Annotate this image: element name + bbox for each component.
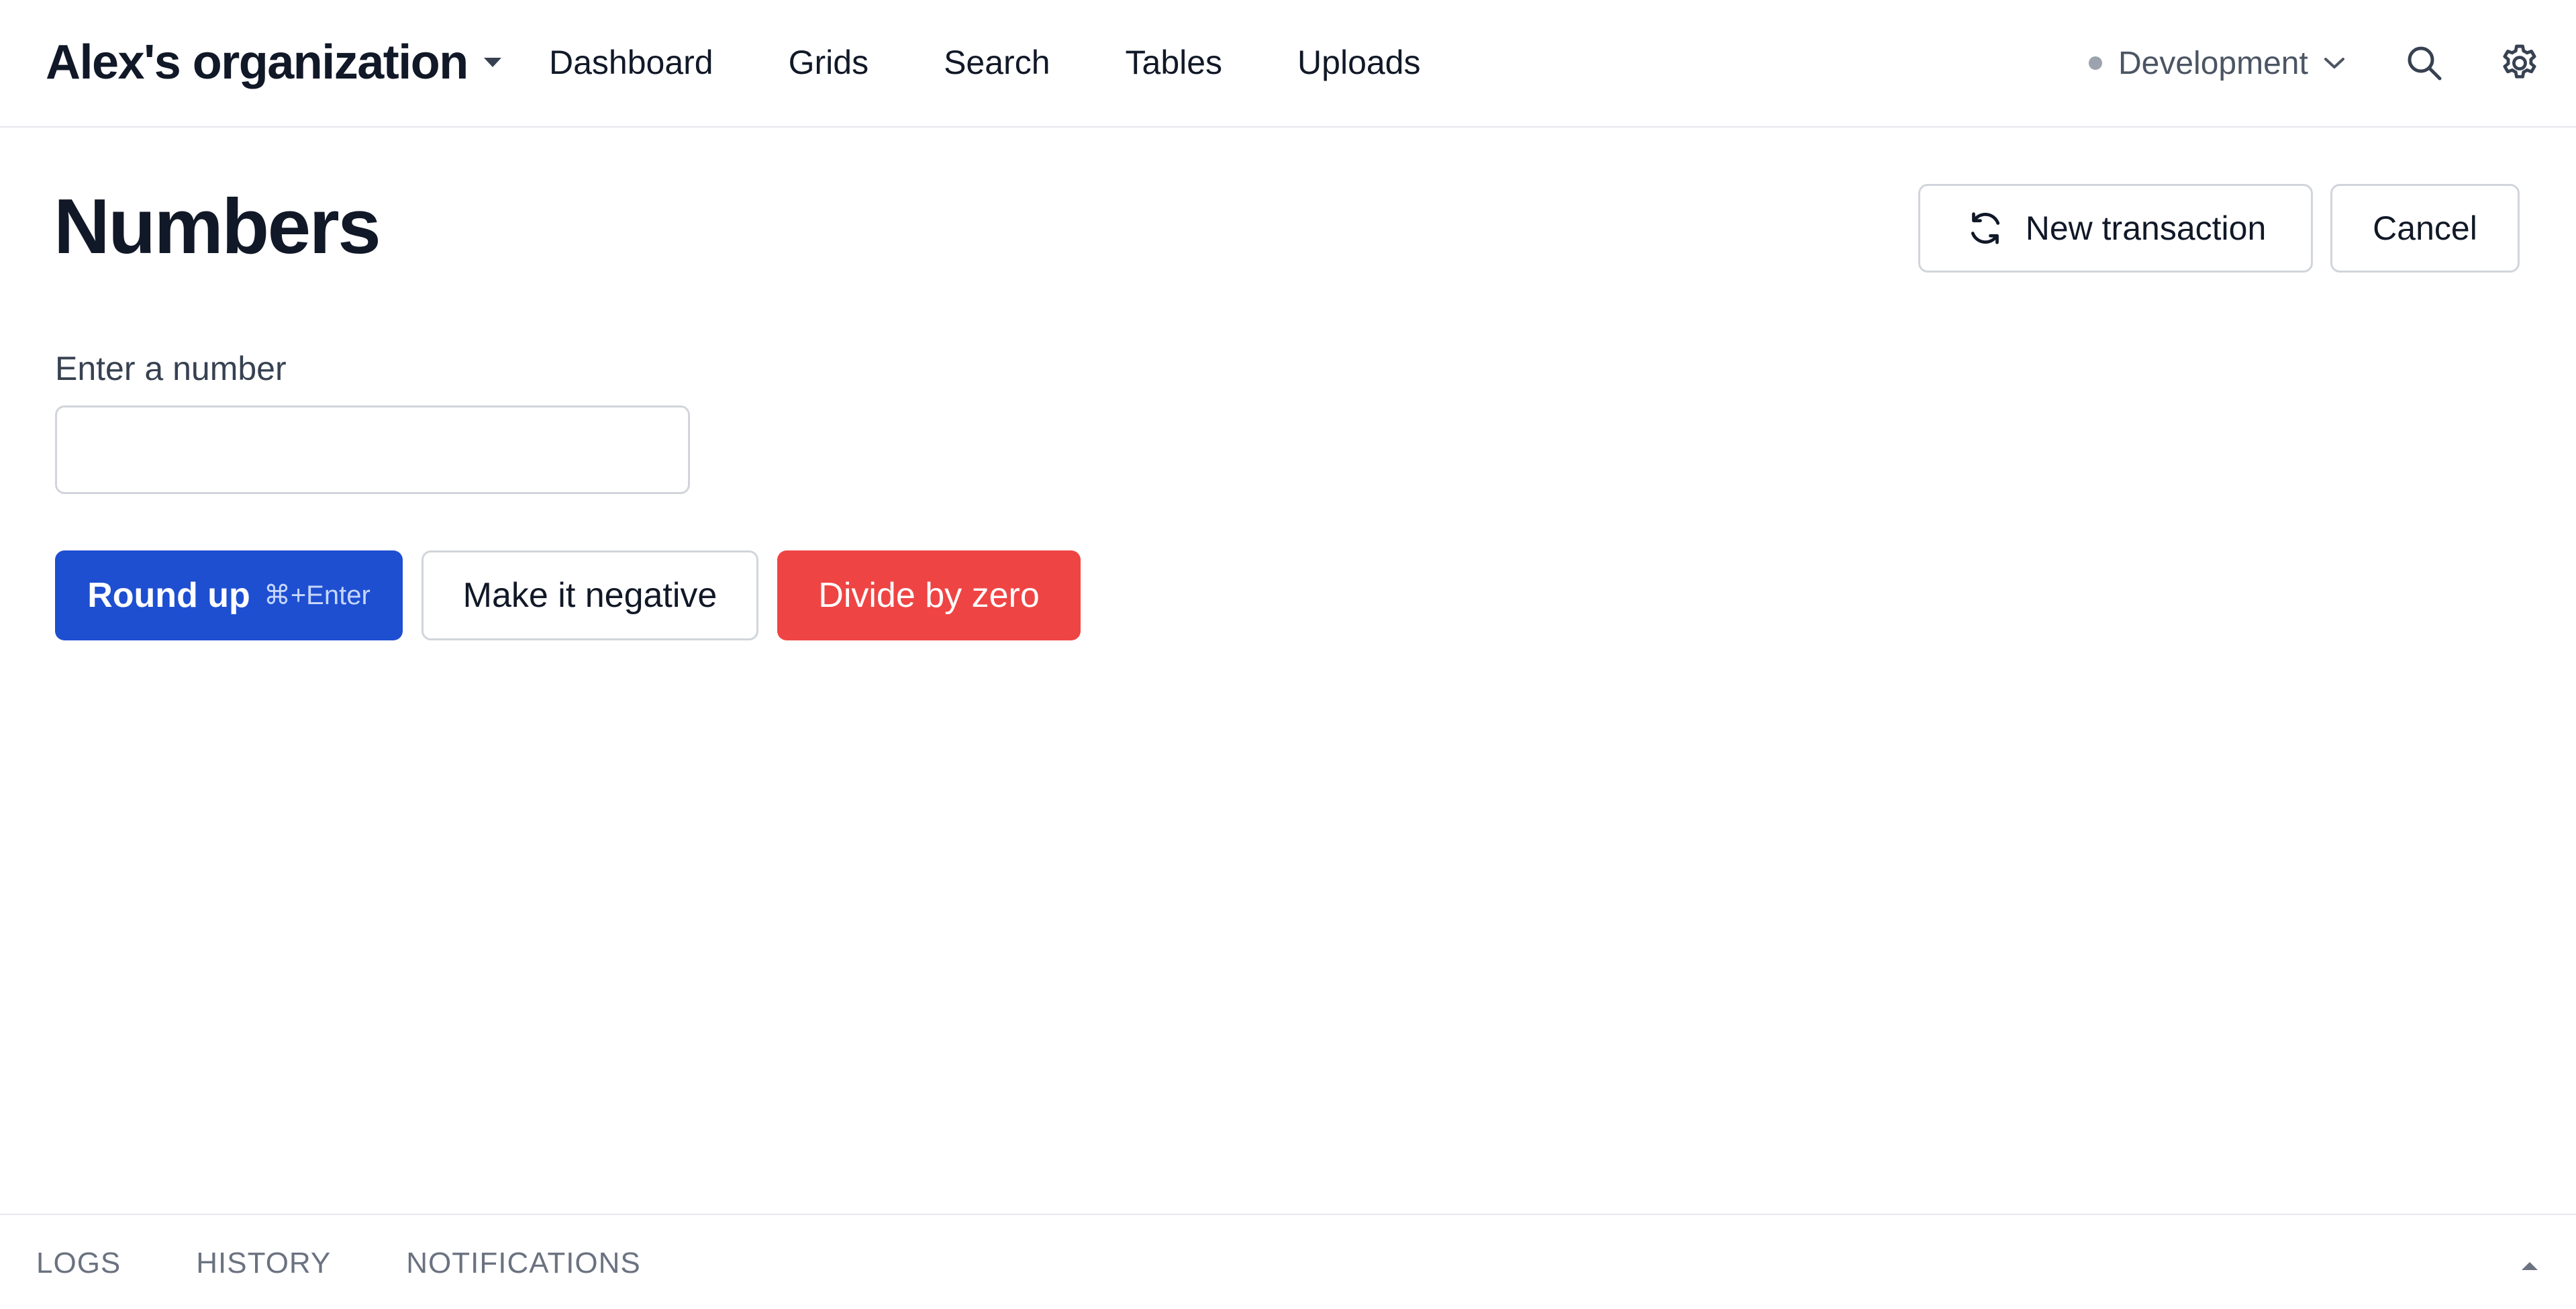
top-nav-bar: Alex's organization Dashboard Grids Sear… <box>0 0 2576 128</box>
nav-dashboard[interactable]: Dashboard <box>549 43 713 82</box>
search-icon <box>2404 43 2444 83</box>
refresh-icon <box>1965 208 2005 248</box>
tab-notifications[interactable]: NOTIFICATIONS <box>406 1247 641 1280</box>
org-name: Alex's organization <box>46 36 468 89</box>
tab-logs[interactable]: LOGS <box>36 1247 121 1280</box>
bottom-panel: LOGS HISTORY NOTIFICATIONS <box>0 1214 2576 1309</box>
caret-down-icon <box>483 56 503 69</box>
gear-icon <box>2498 42 2541 85</box>
nav-uploads[interactable]: Uploads <box>1297 43 1420 82</box>
nav-search[interactable]: Search <box>944 43 1050 82</box>
round-up-button[interactable]: Round up ⌘+Enter <box>55 550 403 640</box>
environment-selector[interactable]: Development <box>2089 38 2346 89</box>
number-input[interactable] <box>55 405 690 494</box>
make-negative-button[interactable]: Make it negative <box>422 550 758 640</box>
settings-button[interactable] <box>2497 40 2542 86</box>
main-nav: Dashboard Grids Search Tables Uploads <box>549 32 1421 93</box>
divide-by-zero-button[interactable]: Divide by zero <box>777 550 1081 640</box>
new-transaction-label: New transaction <box>2025 209 2267 247</box>
keyboard-shortcut-hint: ⌘+Enter <box>263 581 370 610</box>
nav-tables[interactable]: Tables <box>1126 43 1223 82</box>
cancel-button[interactable]: Cancel <box>2330 184 2520 273</box>
round-up-label: Round up <box>87 576 250 615</box>
number-field-label: Enter a number <box>55 350 287 387</box>
org-switcher[interactable]: Alex's organization <box>46 32 503 93</box>
environment-status-dot <box>2089 56 2102 70</box>
nav-grids[interactable]: Grids <box>789 43 869 82</box>
caret-up-icon <box>2520 1261 2539 1271</box>
chevron-down-icon <box>2323 55 2346 71</box>
tab-history[interactable]: HISTORY <box>196 1247 331 1280</box>
environment-label: Development <box>2118 45 2308 81</box>
bottom-panel-tabs: LOGS HISTORY NOTIFICATIONS <box>36 1243 641 1283</box>
page-title: Numbers <box>54 183 381 270</box>
new-transaction-button[interactable]: New transaction <box>1918 184 2313 273</box>
search-button[interactable] <box>2401 40 2447 86</box>
panel-toggle-button[interactable] <box>2513 1253 2546 1279</box>
